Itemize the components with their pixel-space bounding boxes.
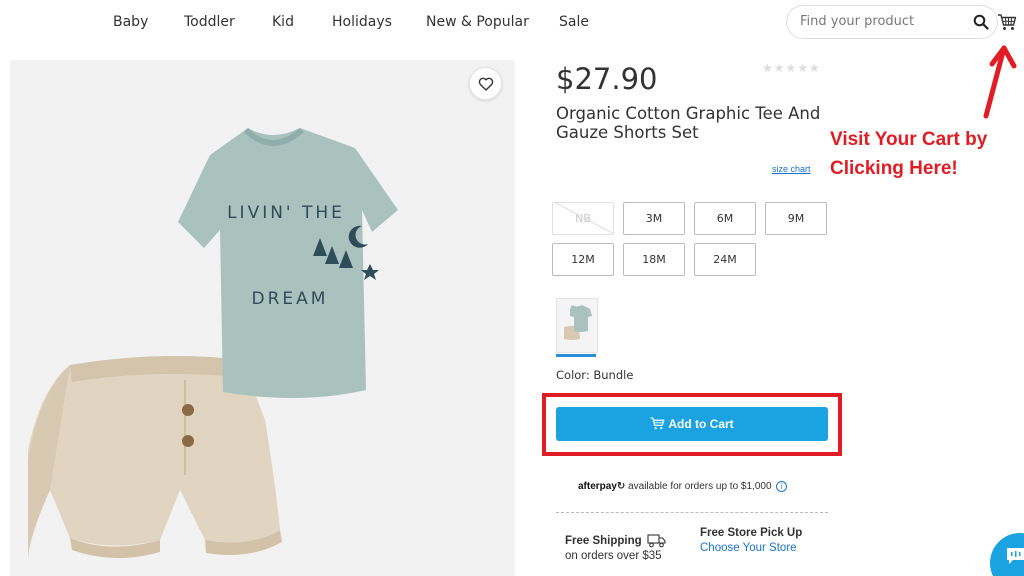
- afterpay-logo: afterpay: [578, 481, 617, 492]
- info-icon[interactable]: i: [776, 481, 788, 492]
- color-swatch-bundle[interactable]: [556, 298, 598, 353]
- size-label: 6M: [716, 212, 734, 225]
- annotation-line1: Visit Your Cart by: [830, 129, 988, 150]
- annotation-text: Visit Your Cart by Clicking Here!: [830, 125, 1024, 183]
- size-label: 18M: [642, 253, 666, 266]
- chat-button[interactable]: [990, 533, 1024, 576]
- nav-item-toddler[interactable]: Toddler: [184, 14, 235, 30]
- size-option-18m[interactable]: 18M: [623, 243, 685, 276]
- afterpay-info: afterpay↻ available for orders up to $1,…: [578, 481, 788, 492]
- heart-icon: [478, 77, 494, 91]
- search-input[interactable]: [800, 14, 960, 29]
- tee-graphic-line1: LIVIN' THE: [227, 203, 345, 223]
- size-chart-link[interactable]: size chart: [772, 164, 811, 174]
- size-option-3m[interactable]: 3M: [623, 202, 685, 235]
- size-option-nb[interactable]: NB: [552, 202, 614, 235]
- add-to-cart-button[interactable]: Add to Cart: [556, 407, 828, 441]
- nav-item-sale[interactable]: Sale: [559, 14, 589, 30]
- size-option-12m[interactable]: 12M: [552, 243, 614, 276]
- selected-swatch-indicator: [556, 354, 596, 357]
- size-label: 3M: [645, 212, 663, 225]
- nav-item-kid[interactable]: Kid: [272, 14, 294, 30]
- tee-graphic-line2: DREAM: [252, 289, 329, 309]
- chat-bubble-icon: [1007, 548, 1024, 564]
- size-option-9m[interactable]: 9M: [765, 202, 827, 235]
- truck-icon: [647, 534, 666, 548]
- swatch-thumbnail: [564, 305, 592, 340]
- nav-item-baby[interactable]: Baby: [113, 14, 148, 30]
- size-label: 12M: [571, 253, 595, 266]
- nav-item-new-popular[interactable]: New & Popular: [426, 14, 529, 30]
- product-title: Organic Cotton Graphic Tee And Gauze Sho…: [556, 104, 821, 142]
- unavailable-strike: [553, 203, 613, 234]
- choose-store-link[interactable]: Choose Your Store: [700, 542, 797, 554]
- store-pickup-title: Free Store Pick Up: [700, 527, 803, 539]
- product-price: $27.90: [556, 62, 658, 96]
- annotation-arrow-icon: [983, 45, 1017, 119]
- cart-icon: [650, 417, 665, 430]
- search-icon[interactable]: [973, 14, 989, 30]
- free-shipping-subtitle: on orders over $35: [565, 550, 662, 562]
- cart-icon[interactable]: [997, 12, 1017, 32]
- nav-item-holidays[interactable]: Holidays: [332, 14, 392, 30]
- free-shipping-title: Free Shipping: [565, 535, 642, 547]
- divider: [556, 512, 828, 513]
- afterpay-text: available for orders up to $1,000: [628, 481, 772, 492]
- annotation-line2: Clicking Here!: [830, 158, 958, 179]
- size-label: 9M: [787, 212, 805, 225]
- rating-stars[interactable]: ★★★★★: [762, 61, 821, 75]
- product-photo: LIVIN' THE DREAM: [28, 128, 398, 560]
- size-option-24m[interactable]: 24M: [694, 243, 756, 276]
- afterpay-logo-icon: ↻: [616, 481, 626, 492]
- add-to-cart-label: Add to Cart: [668, 417, 734, 431]
- product-image: LIVIN' THE DREAM: [10, 60, 515, 576]
- favorite-button[interactable]: [469, 67, 502, 100]
- color-label: Color: Bundle: [556, 368, 634, 382]
- search-box: [786, 5, 998, 39]
- size-option-6m[interactable]: 6M: [694, 202, 756, 235]
- size-label: 24M: [713, 253, 737, 266]
